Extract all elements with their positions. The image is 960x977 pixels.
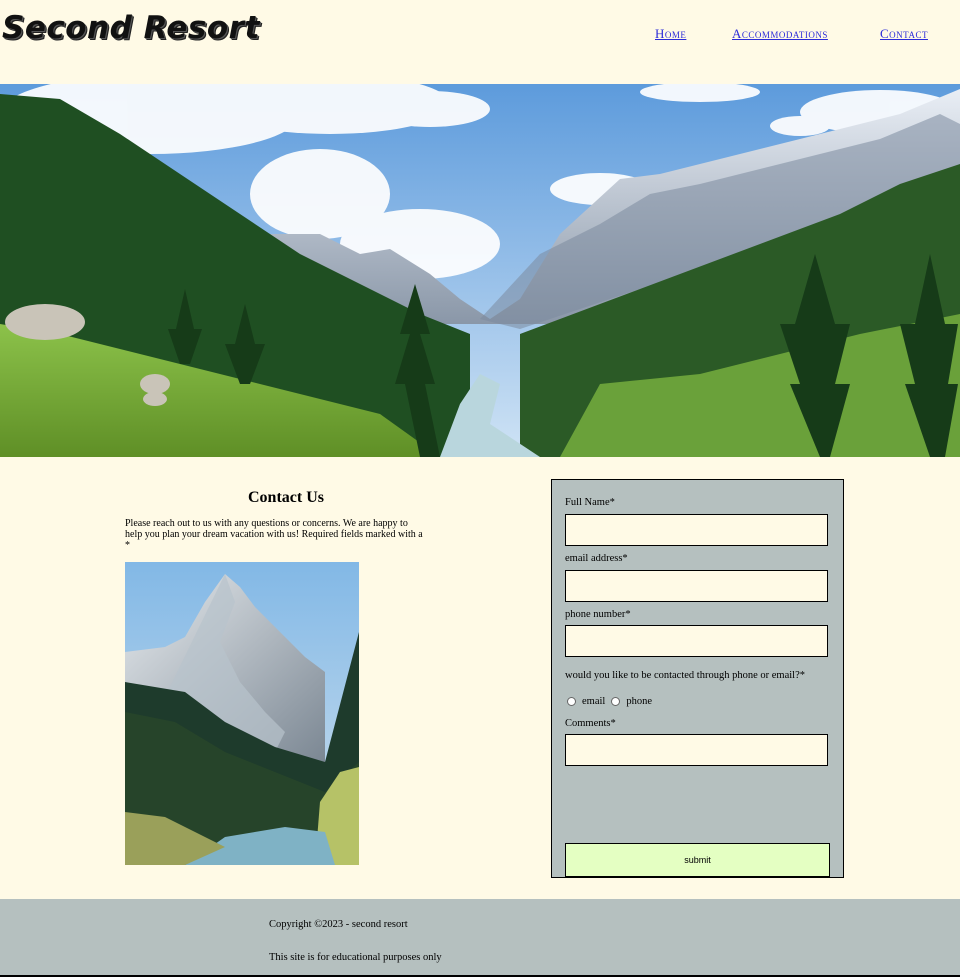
phone-option-label: phone — [626, 696, 652, 707]
hero-image — [0, 84, 960, 457]
site-logo[interactable]: Second Resort — [2, 10, 260, 46]
phone-input[interactable] — [565, 625, 828, 657]
nav-contact-link[interactable]: Contact — [880, 26, 928, 42]
nav-accommodations-link[interactable]: Accommodations — [732, 26, 828, 42]
contact-description: Please reach out to us with any question… — [125, 518, 423, 551]
educational-note: This site is for educational purposes on… — [269, 952, 442, 963]
comments-label: Comments* — [565, 718, 616, 729]
contact-preference-label: would you like to be contacted through p… — [565, 670, 805, 681]
submit-button[interactable]: submit — [565, 843, 830, 877]
email-input[interactable] — [565, 570, 828, 602]
site-header: Second Resort Home Accommodations Contac… — [0, 0, 960, 84]
site-footer: Copyright ©2023 - second resort This sit… — [0, 899, 960, 977]
nav-home-link[interactable]: Home — [655, 26, 686, 42]
full-name-input[interactable] — [565, 514, 828, 546]
copyright-text: Copyright ©2023 - second resort — [269, 919, 408, 930]
email-label: email address* — [565, 553, 628, 564]
email-option-label: email — [582, 696, 606, 707]
contact-title: Contact Us — [248, 489, 324, 506]
mountain-photo — [125, 562, 359, 865]
contact-preference-options: email phone — [567, 696, 652, 707]
phone-radio[interactable] — [611, 697, 621, 706]
email-radio[interactable] — [567, 697, 576, 706]
phone-label: phone number* — [565, 609, 631, 620]
full-name-label: Full Name* — [565, 497, 615, 508]
comments-input[interactable] — [565, 734, 828, 766]
contact-form: Full Name* email address* phone number* … — [551, 479, 844, 878]
